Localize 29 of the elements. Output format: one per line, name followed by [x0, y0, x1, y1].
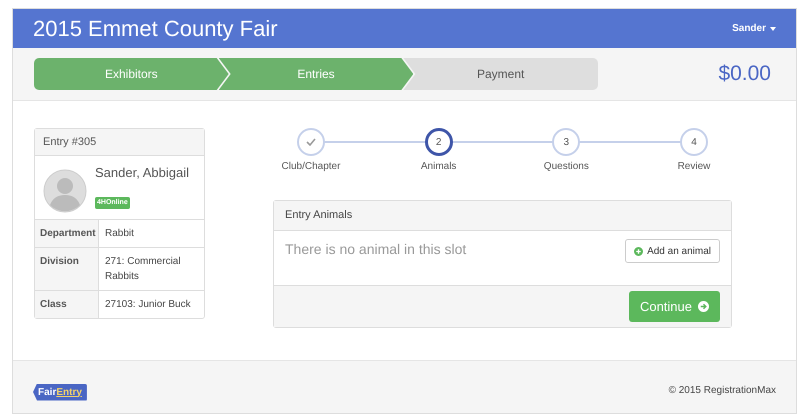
- detail-value: Rabbit: [104, 227, 135, 241]
- wizard-step[interactable]: Exhibitors: [34, 58, 229, 90]
- step-label: Review: [678, 160, 710, 174]
- arrow-circle-icon: [698, 301, 709, 312]
- entry-number: Entry #305: [43, 134, 96, 150]
- fairentry-logo[interactable]: FairEntry: [33, 384, 87, 400]
- panel-title: Entry Animals: [285, 208, 352, 224]
- step-label: Animals: [420, 160, 456, 174]
- wizard-step[interactable]: Entries: [218, 58, 414, 90]
- page-title: 2015 Emmet County Fair: [33, 15, 278, 43]
- check-icon: [306, 138, 316, 146]
- detail-label: Department: [35, 220, 99, 247]
- step-label: Questions: [544, 160, 589, 174]
- detail-label: Division: [35, 248, 99, 290]
- avatar-icon: [43, 168, 87, 213]
- detail-label: Class: [35, 291, 99, 318]
- detail-value: 27103: Junior Buck: [104, 298, 192, 312]
- plus-circle-icon: [634, 246, 644, 256]
- wizard-step[interactable]: Payment: [403, 58, 598, 90]
- step-label: Club/Chapter: [282, 160, 340, 174]
- copyright-text: © 2015 RegistrationMax: [668, 384, 776, 398]
- total-amount: $0.00: [718, 61, 771, 88]
- detail-value: 271: Commercial Rabbits: [104, 255, 182, 284]
- exhibitor-name: Sander, Abbigail: [95, 164, 189, 182]
- caret-icon: [770, 26, 776, 30]
- continue-button[interactable]: Continue: [628, 291, 720, 322]
- empty-message: There is no animal in this slot: [285, 240, 466, 259]
- user-menu[interactable]: Sander: [732, 21, 776, 36]
- add-animal-button[interactable]: Add an animal: [625, 239, 720, 263]
